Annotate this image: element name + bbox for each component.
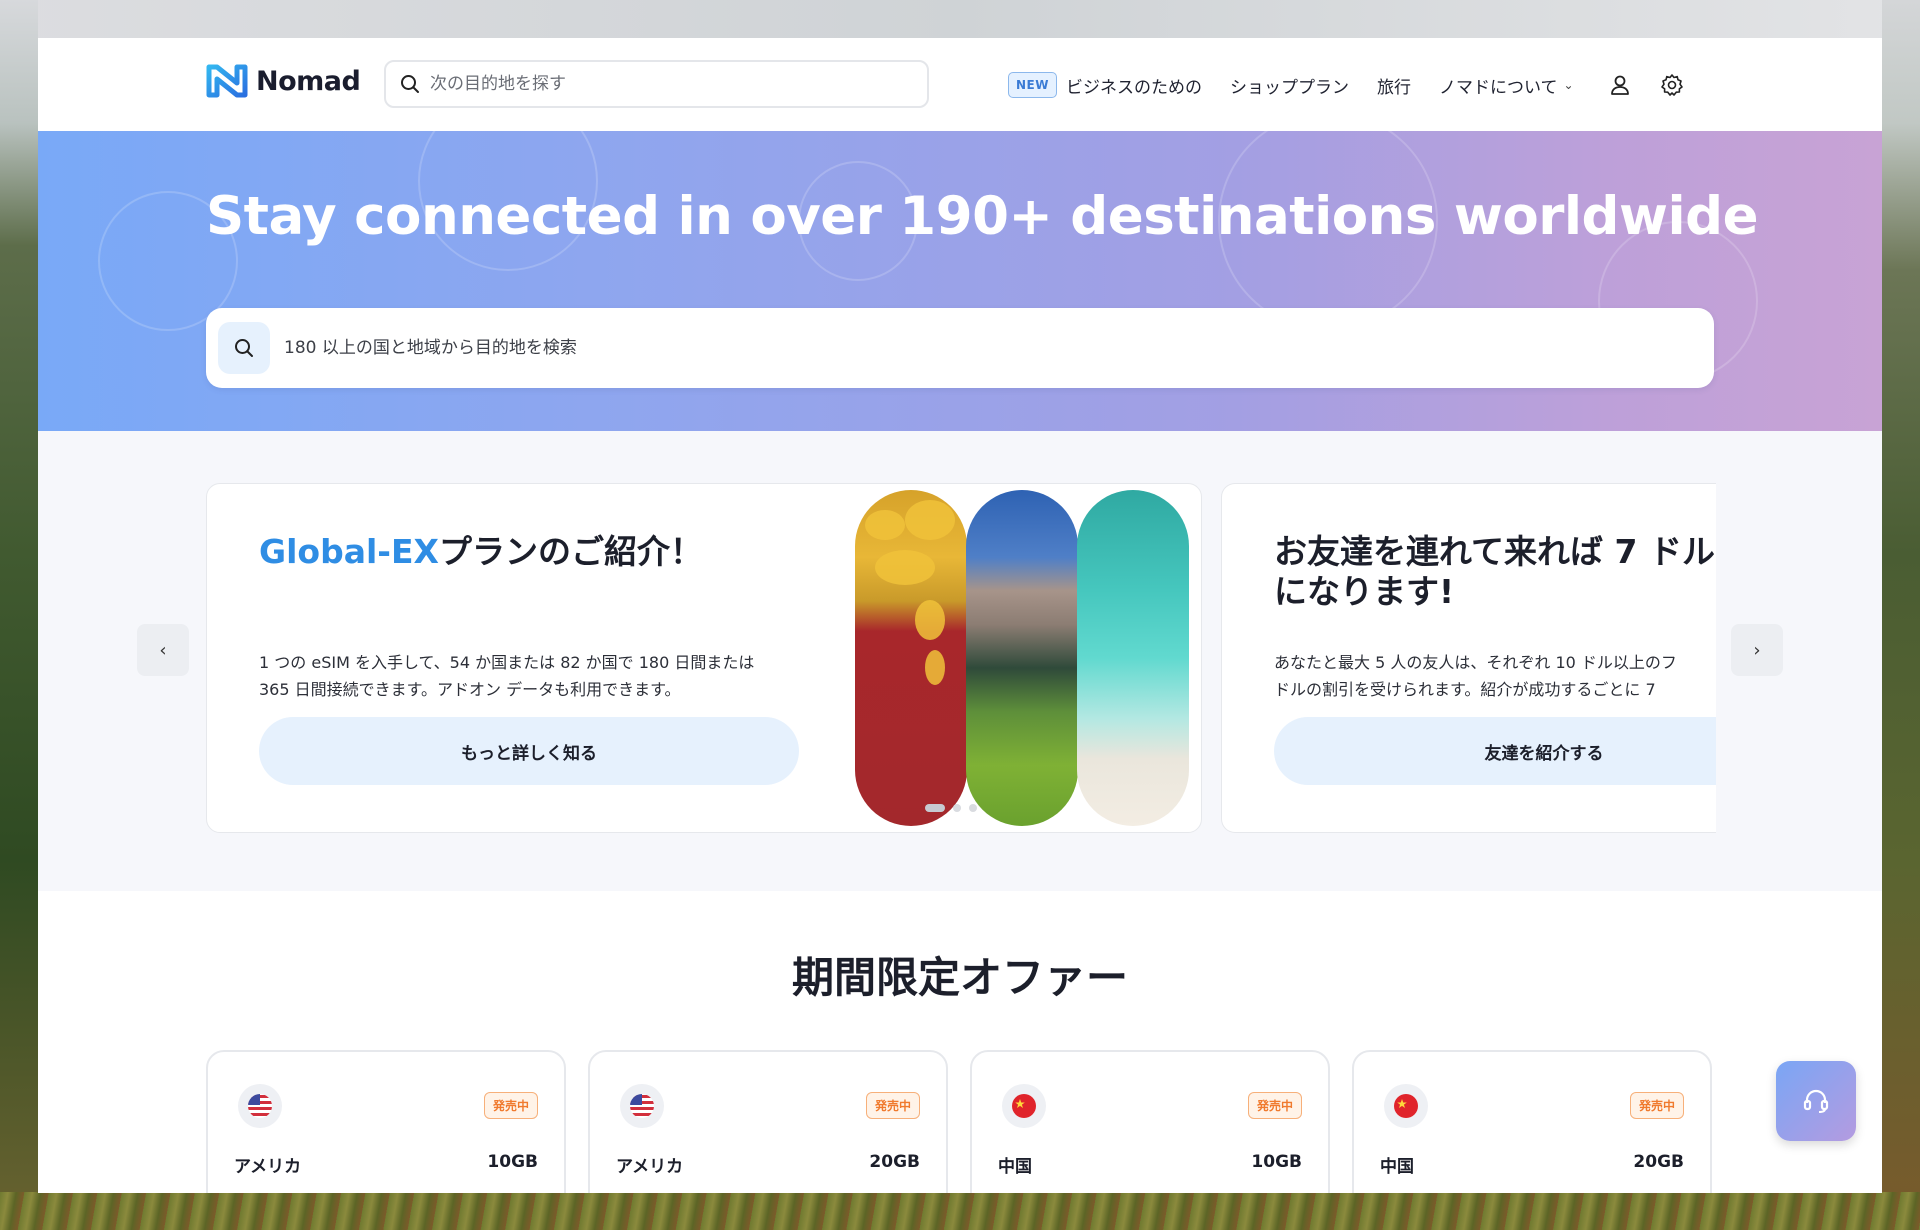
offer-card[interactable]: 発売中 アメリカ 10GB [206,1050,566,1193]
support-chat-button[interactable] [1776,1061,1856,1141]
chevron-left-icon: ‹ [159,639,167,661]
on-sale-badge: 発売中 [1247,1092,1302,1119]
promo-title-accent: Global-EX [259,532,439,571]
offer-data-amount: 10GB [487,1152,538,1172]
offer-country: 中国 [998,1157,1032,1177]
promo-description-line: 365 日間接続できます。アドオン データも利用できます。 [259,680,681,699]
nav-travel[interactable]: 旅行 [1377,73,1411,98]
promo-description: 1 つの eSIM を入手して、54 か国または 82 か国で 180 日間また… [259,649,754,703]
user-account-icon[interactable] [1608,73,1632,97]
pagination-dot[interactable] [953,804,961,812]
promo-carousel: ‹ Global-EXプランのご紹介！ 1 つの eSIM を入手して、54 か… [38,431,1882,891]
desktop-background-left [0,0,38,1230]
limited-offers-heading: 期間限定オファー [791,953,1128,1002]
header-search-box[interactable] [384,60,929,108]
promo-card-referral: お友達を連れて来れば 7 ドル になります! あなたと最大 5 人の友人は、それ… [1221,483,1716,833]
offer-country: 中国 [1380,1157,1414,1177]
settings-gear-icon[interactable] [1660,73,1684,97]
headset-icon [1803,1089,1829,1113]
cn-flag-icon [1384,1084,1428,1128]
brand-name: Nomad [256,65,361,97]
on-sale-badge: 発売中 [483,1092,538,1119]
desktop-background-right [1882,0,1920,1230]
on-sale-badge: 発売中 [1629,1092,1684,1119]
promo-card-global-ex: Global-EXプランのご紹介！ 1 つの eSIM を入手して、54 か国ま… [206,483,1202,833]
destination-search-box[interactable] [206,308,1714,388]
us-flag-icon [238,1084,282,1128]
carousel-prev-button[interactable]: ‹ [137,624,189,676]
offer-country: アメリカ [234,1157,302,1177]
search-icon [218,322,270,374]
carousel-pagination [925,804,977,812]
destination-search-input[interactable] [284,338,1664,358]
hero-title: Stay connected in over 190+ destinations… [206,186,1759,247]
promo-image-collage [855,490,1195,826]
offer-data-amount: 20GB [1633,1152,1684,1172]
offer-data-amount: 20GB [869,1152,920,1172]
header-search-input[interactable] [430,74,890,94]
promo-description-line: 1 つの eSIM を入手して、54 か国または 82 か国で 180 日間また… [259,653,755,672]
nav-shop-plans[interactable]: ショッププラン [1230,73,1349,98]
nav-about-nomad[interactable]: ノマドについて [1439,73,1558,98]
offer-card[interactable]: 発売中 中国 20GB [1352,1050,1712,1193]
promo-description: あなたと最大 5 人の友人は、それぞれ 10 ドル以上のフ ドルの割引を受けられ… [1274,649,1716,703]
chevron-right-icon: › [1753,639,1761,661]
on-sale-badge: 発売中 [865,1092,920,1119]
desktop-background-top [0,0,1920,38]
promo-title: お友達を連れて来れば 7 ドル になります! [1274,532,1716,612]
offer-card[interactable]: 発売中 中国 10GB [970,1050,1330,1193]
offer-card[interactable]: 発売中 アメリカ 20GB [588,1050,948,1193]
nomad-logo-icon [206,64,248,98]
desktop-background-bottom [0,1192,1920,1230]
promo-description-line: あなたと最大 5 人の友人は、それぞれ 10 ドル以上のフ [1274,653,1677,672]
promo-description-line: ドルの割引を受けられます。紹介が成功するごとに 7 [1274,680,1656,699]
site-header: Nomad NEW ビジネスのための ショッププラン 旅行 ノマドについて ⌄ [38,38,1882,131]
us-flag-icon [620,1084,664,1128]
cn-flag-icon [1002,1084,1046,1128]
nav-business[interactable]: ビジネスのための [1066,73,1202,98]
chevron-down-icon[interactable]: ⌄ [1563,78,1573,92]
mountain-valley-image [966,490,1078,826]
new-badge: NEW [1008,72,1057,98]
autumn-tree-image [855,490,967,826]
browser-page: Nomad NEW ビジネスのための ショッププラン 旅行 ノマドについて ⌄ [38,38,1882,1193]
promo-title-line: になります! [1274,572,1455,611]
carousel-next-button[interactable]: › [1731,624,1783,676]
offer-country: アメリカ [616,1157,684,1177]
tropical-beach-image [1077,490,1189,826]
nomad-logo[interactable]: Nomad [206,63,361,99]
main-nav: NEW ビジネスのための ショッププラン 旅行 ノマドについて ⌄ [1008,68,1712,102]
promo-title-line: お友達を連れて来れば 7 ドル [1274,532,1715,571]
offer-data-amount: 10GB [1251,1152,1302,1172]
refer-friend-button[interactable]: 友達を紹介する [1274,717,1716,785]
search-icon [401,75,419,93]
hero-banner: Stay connected in over 190+ destinations… [38,131,1882,431]
promo-title-text: プランのご紹介！ [438,532,703,571]
pagination-dot[interactable] [925,804,945,812]
learn-more-button[interactable]: もっと詳しく知る [259,717,799,785]
pagination-dot[interactable] [969,804,977,812]
promo-title: Global-EXプランのご紹介！ [259,532,703,572]
